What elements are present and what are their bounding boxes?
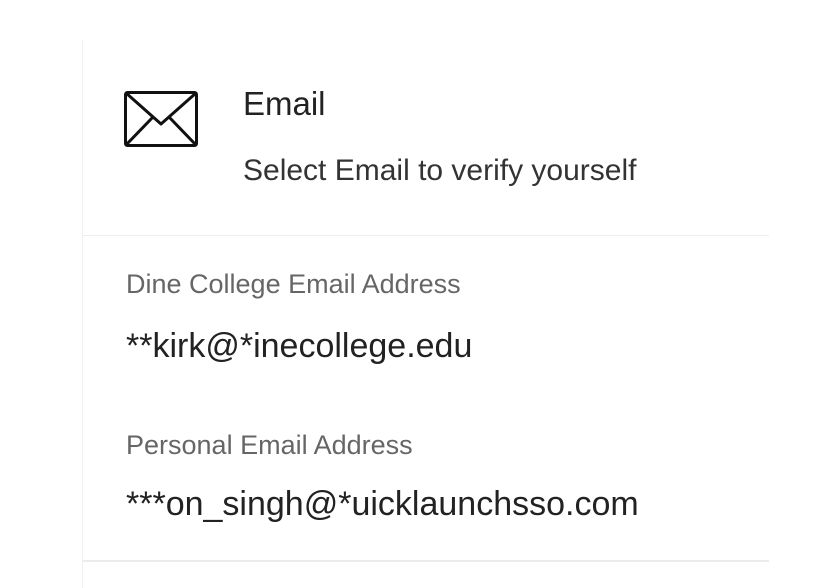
envelope-icon — [124, 91, 198, 147]
college-email-label: Dine College Email Address — [126, 269, 461, 299]
divider — [83, 560, 769, 562]
personal-email-label: Personal Email Address — [126, 430, 413, 460]
college-email-value: **kirk@*inecollege.edu — [126, 327, 473, 365]
email-verification-card: Email Select Email to verify yourself Di… — [82, 40, 769, 588]
method-title: Email — [243, 85, 326, 122]
personal-email-value: ***on_singh@*uicklaunchsso.com — [126, 485, 639, 523]
method-subtitle: Select Email to verify yourself — [243, 154, 637, 187]
email-method-option[interactable]: Email Select Email to verify yourself — [83, 40, 769, 236]
